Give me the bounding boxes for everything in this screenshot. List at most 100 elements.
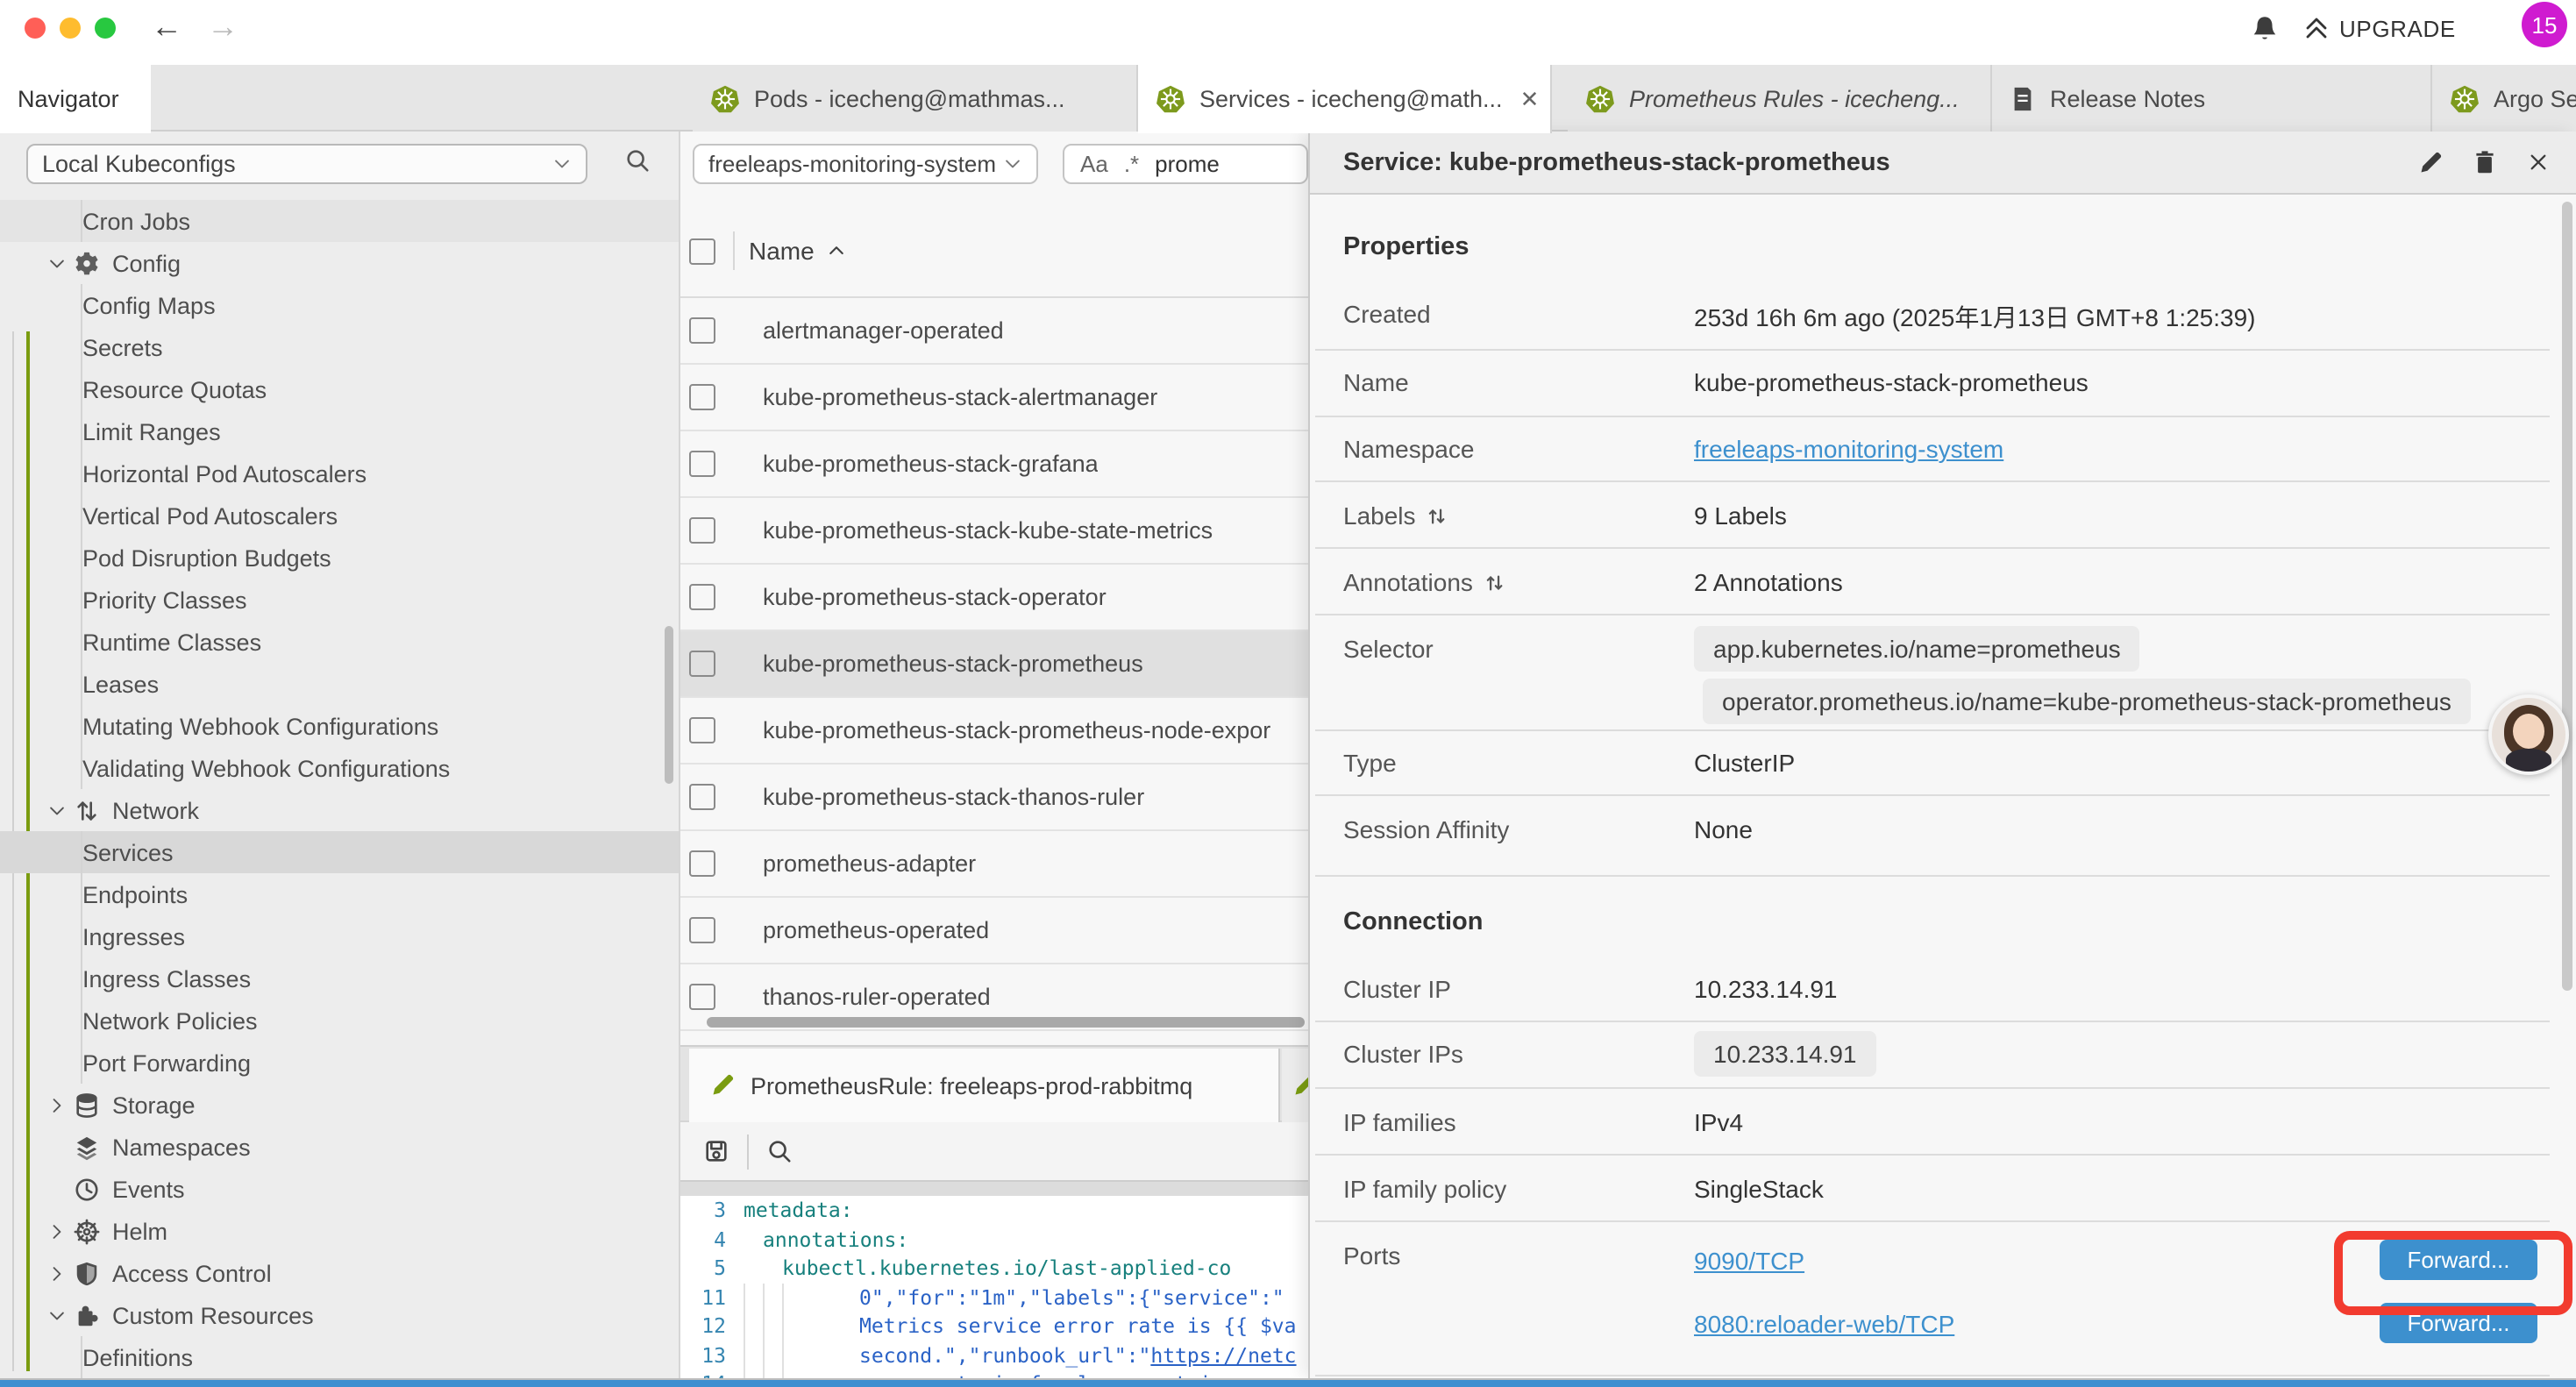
sidebar-item-runtime-classes[interactable]: Runtime Classes	[0, 621, 680, 663]
sidebar-item-storage[interactable]: Storage	[0, 1084, 680, 1126]
row-checkbox[interactable]	[689, 717, 715, 743]
row-checkbox[interactable]	[689, 584, 715, 610]
row-checkbox[interactable]	[689, 784, 715, 810]
forward-button[interactable]: →	[207, 9, 238, 46]
sidebar-item-resource-quotas[interactable]: Resource Quotas	[0, 368, 680, 410]
tab-argo[interactable]: Argo Se	[2432, 65, 2576, 132]
sidebar-item-pod-disruption-budgets[interactable]: Pod Disruption Budgets	[0, 537, 680, 579]
delete-trash-icon[interactable]	[2473, 149, 2497, 175]
sidebar-item-network[interactable]: Network	[0, 789, 680, 831]
sidebar-item-custom-resources[interactable]: Custom Resources	[0, 1294, 680, 1336]
editor-search-icon[interactable]	[766, 1138, 793, 1164]
sort-toggle-icon[interactable]	[1427, 504, 1449, 527]
name-column-header[interactable]: Name	[749, 237, 848, 265]
table-row[interactable]: kube-prometheus-stack-prometheus-node-ex…	[680, 698, 1308, 765]
edit-pencil-icon[interactable]	[2418, 150, 2443, 174]
sidebar-item-horizontal-pod-autoscalers[interactable]: Horizontal Pod Autoscalers	[0, 452, 680, 494]
editor-tab-prometheusrule[interactable]: PrometheusRule: freeleaps-prod-rabbitmq	[689, 1049, 1280, 1122]
row-checkbox[interactable]	[689, 517, 715, 544]
chevron-down-icon[interactable]	[44, 253, 68, 273]
editor-tab-partial[interactable]	[1282, 1049, 1308, 1122]
sidebar-item-priority-classes[interactable]: Priority Classes	[0, 579, 680, 621]
port-link-8080[interactable]: 8080:reloader-web/TCP	[1694, 1310, 1954, 1338]
sidebar-item-services[interactable]: Services	[0, 831, 680, 873]
sidebar-item-validating-webhook-configurations[interactable]: Validating Webhook Configurations	[0, 747, 680, 789]
assistant-avatar[interactable]	[2488, 694, 2569, 775]
row-checkbox[interactable]	[689, 850, 715, 877]
close-tab-icon[interactable]: ✕	[1517, 85, 1543, 113]
row-checkbox[interactable]	[689, 651, 715, 677]
namespace-filter-select[interactable]: freeleaps-monitoring-system	[693, 144, 1038, 184]
runbook-url-link[interactable]: https://netc	[1150, 1343, 1296, 1368]
sort-toggle-icon[interactable]	[1484, 571, 1506, 594]
sidebar-item-mutating-webhook-configurations[interactable]: Mutating Webhook Configurations	[0, 705, 680, 747]
tab-prometheus-rules[interactable]: Prometheus Rules - icecheng...	[1568, 65, 1992, 132]
back-button[interactable]: ←	[151, 9, 182, 46]
table-row[interactable]: kube-prometheus-stack-prometheus	[680, 631, 1308, 698]
sidebar-item-events[interactable]: Events	[0, 1168, 680, 1210]
sidebar-item-cron-jobs[interactable]: Cron Jobs	[0, 200, 680, 242]
tab-pods[interactable]: Pods - icecheng@mathmas...	[693, 65, 1138, 132]
sidebar-item-secrets[interactable]: Secrets	[0, 326, 680, 368]
select-all-checkbox[interactable]	[689, 238, 715, 264]
chevron-right-icon[interactable]	[44, 1263, 68, 1283]
sidebar-item-helm[interactable]: Helm	[0, 1210, 680, 1252]
search-icon[interactable]	[624, 147, 651, 174]
sidebar-item-namespaces[interactable]: Namespaces	[0, 1126, 680, 1168]
table-horizontal-scrollbar[interactable]	[707, 1017, 1305, 1028]
save-icon[interactable]	[703, 1138, 729, 1164]
regex-toggle[interactable]: .*	[1124, 151, 1139, 177]
table-row[interactable]: kube-prometheus-stack-thanos-ruler	[680, 765, 1308, 831]
editor-scroll-groove[interactable]	[680, 1180, 1308, 1196]
sidebar-item-leases[interactable]: Leases	[0, 663, 680, 705]
close-panel-icon[interactable]	[2527, 151, 2550, 174]
table-row[interactable]: prometheus-operated	[680, 898, 1308, 964]
sidebar-item-port-forwarding[interactable]: Port Forwarding	[0, 1042, 680, 1084]
tab-services[interactable]: Services - icecheng@math... ✕	[1138, 65, 1552, 133]
tab-release-notes[interactable]: Release Notes	[1992, 65, 2432, 132]
table-row[interactable]: kube-prometheus-stack-grafana	[680, 431, 1308, 498]
code-text: metadata:	[726, 1199, 853, 1223]
namespace-link[interactable]: freeleaps-monitoring-system	[1694, 435, 2003, 463]
sidebar-item-vertical-pod-autoscalers[interactable]: Vertical Pod Autoscalers	[0, 494, 680, 537]
chevron-right-icon[interactable]	[44, 1095, 68, 1114]
chevron-right-icon[interactable]	[44, 1221, 68, 1241]
row-checkbox[interactable]	[689, 384, 715, 410]
notifications-bell-icon[interactable]	[2250, 14, 2280, 44]
tab-navigator[interactable]: Navigator	[0, 65, 151, 133]
chevron-down-icon[interactable]	[44, 800, 68, 820]
close-window-button[interactable]	[25, 18, 46, 39]
row-checkbox[interactable]	[689, 451, 715, 477]
sidebar-item-config-maps[interactable]: Config Maps	[0, 284, 680, 326]
sidebar-item-access-control[interactable]: Access Control	[0, 1252, 680, 1294]
notification-count-badge[interactable]: 15	[2522, 2, 2567, 47]
minimize-window-button[interactable]	[60, 18, 81, 39]
sidebar-item-ingress-classes[interactable]: Ingress Classes	[0, 957, 680, 999]
sidebar-item-ingresses[interactable]: Ingresses	[0, 915, 680, 957]
detail-panel-scrollbar[interactable]	[2562, 202, 2572, 991]
kubeconfig-selector[interactable]: Local Kubeconfigs	[26, 144, 587, 184]
match-case-toggle[interactable]: Aa	[1080, 151, 1108, 177]
sidebar-item-network-policies[interactable]: Network Policies	[0, 999, 680, 1042]
row-checkbox[interactable]	[689, 984, 715, 1010]
table-row[interactable]: kube-prometheus-stack-operator	[680, 565, 1308, 631]
code-text: kubectl.kubernetes.io/last-applied-co	[726, 1256, 1231, 1281]
table-search-input[interactable]: Aa .* prome	[1063, 144, 1308, 184]
zoom-window-button[interactable]	[95, 18, 116, 39]
row-checkbox[interactable]	[689, 317, 715, 344]
upgrade-button[interactable]: UPGRADE	[2302, 14, 2456, 42]
sidebar-scrollbar[interactable]	[665, 626, 673, 784]
sidebar-item-label: Ingresses	[82, 923, 185, 950]
row-checkbox[interactable]	[689, 917, 715, 943]
sidebar-item-config[interactable]: Config	[0, 242, 680, 284]
table-row[interactable]: prometheus-adapter	[680, 831, 1308, 898]
table-row[interactable]: kube-prometheus-stack-alertmanager	[680, 365, 1308, 431]
sidebar-item-limit-ranges[interactable]: Limit Ranges	[0, 410, 680, 452]
port-link-9090[interactable]: 9090/TCP	[1694, 1247, 1804, 1275]
sidebar-item-definitions[interactable]: Definitions	[0, 1336, 680, 1378]
chevron-down-icon[interactable]	[44, 1305, 68, 1325]
sidebar-item-endpoints[interactable]: Endpoints	[0, 873, 680, 915]
yaml-editor[interactable]: 3metadata:4annotations:5kubectl.kubernet…	[680, 1196, 1308, 1378]
table-row[interactable]: alertmanager-operated	[680, 298, 1308, 365]
table-row[interactable]: kube-prometheus-stack-kube-state-metrics	[680, 498, 1308, 565]
